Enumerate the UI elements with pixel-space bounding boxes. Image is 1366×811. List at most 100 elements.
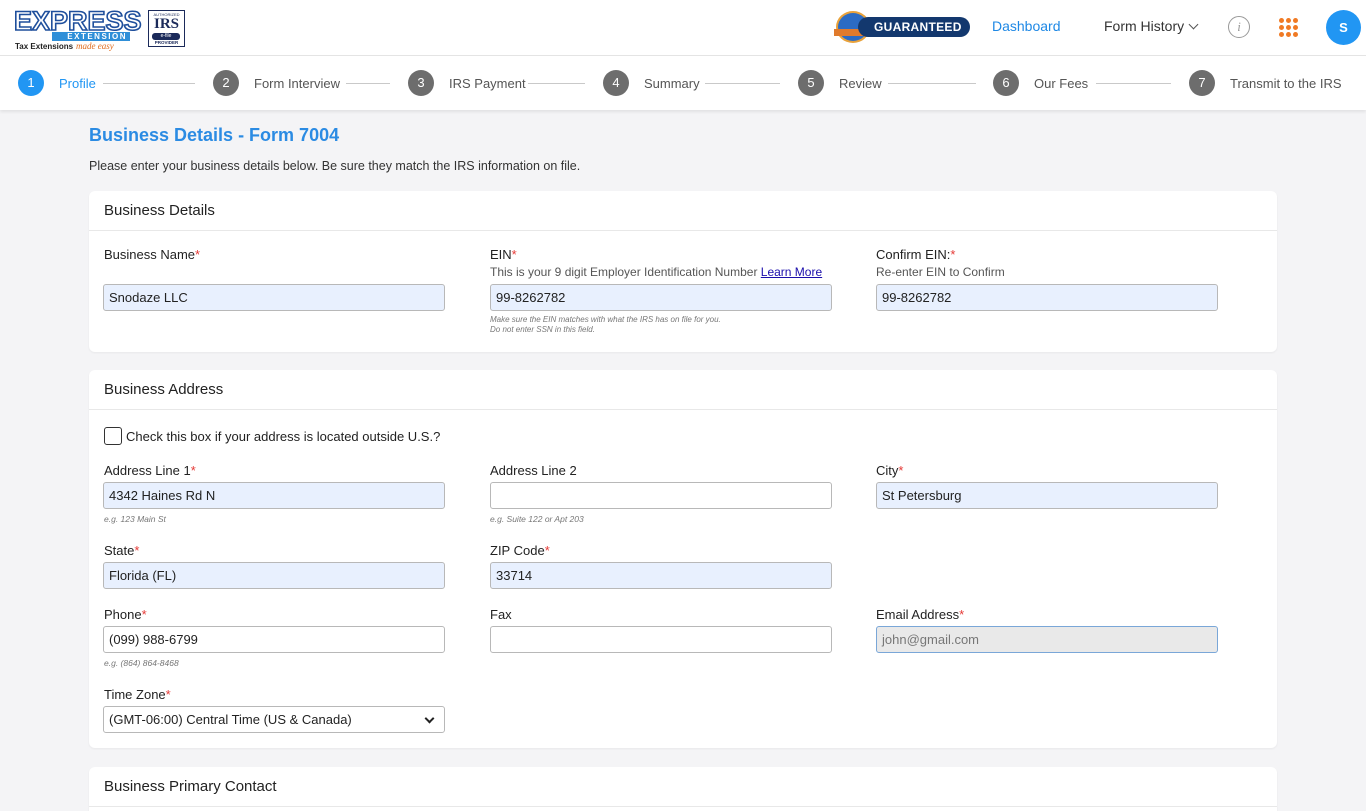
state-label: State* xyxy=(104,543,139,558)
phone-example: e.g. (864) 864-8468 xyxy=(104,658,179,668)
user-avatar[interactable]: S xyxy=(1326,10,1361,45)
step-label: Profile xyxy=(59,76,96,91)
step-number: 7 xyxy=(1189,70,1215,96)
time-zone-value: (GMT-06:00) Central Time (US & Canada) xyxy=(109,712,352,727)
address-line-2-input[interactable] xyxy=(490,482,832,509)
address-line-2-label: Address Line 2 xyxy=(490,463,577,478)
phone-input[interactable]: (099) 988-6799 xyxy=(103,626,445,653)
label-text: ZIP Code xyxy=(490,543,545,558)
logo-bar: EXTENSION xyxy=(52,32,130,41)
zip-code-input[interactable]: 33714 xyxy=(490,562,832,589)
ein-input[interactable]: 99-8262782 xyxy=(490,284,832,311)
outside-us-label: Check this box if your address is locate… xyxy=(126,429,441,444)
step-label: IRS Payment xyxy=(449,76,526,91)
required-mark: * xyxy=(950,247,956,262)
irs-badge-line3: e-file xyxy=(152,33,180,40)
irs-badge-line2: IRS xyxy=(153,16,179,32)
step-number: 4 xyxy=(603,70,629,96)
step-number: 1 xyxy=(18,70,44,96)
irs-badge-line4: PROVIDER xyxy=(154,40,179,45)
step-label: Transmit to the IRS xyxy=(1230,76,1342,91)
hint-text: This is your 9 digit Employer Identifica… xyxy=(490,265,761,279)
outside-us-checkbox[interactable] xyxy=(104,427,122,445)
required-mark: * xyxy=(195,247,201,262)
step-connector xyxy=(1096,83,1171,84)
logo-tagline-script: made easy xyxy=(76,41,114,51)
step-label: Review xyxy=(839,76,882,91)
label-text: Address Line 1 xyxy=(104,463,191,478)
step-connector xyxy=(528,83,585,84)
step-label: Summary xyxy=(644,76,700,91)
required-mark: * xyxy=(898,463,904,478)
zip-code-label: ZIP Code* xyxy=(490,543,550,558)
guarantee-pill: GUARANTEED xyxy=(858,17,970,37)
address-line-1-example: e.g. 123 Main St xyxy=(104,514,166,524)
irs-authorized-provider-badge: AUTHORIZED IRS e-file PROVIDER xyxy=(148,10,185,47)
email-address-label: Email Address* xyxy=(876,607,964,622)
city-input[interactable]: St Petersburg xyxy=(876,482,1218,509)
required-mark: * xyxy=(544,543,550,558)
required-mark: * xyxy=(190,463,196,478)
nav-form-history-menu[interactable]: Form History xyxy=(1104,18,1199,34)
step-number: 3 xyxy=(408,70,434,96)
learn-more-link[interactable]: Learn More xyxy=(761,265,822,279)
nav-dashboard-link[interactable]: Dashboard xyxy=(992,18,1061,34)
step-number: 6 xyxy=(993,70,1019,96)
required-mark: * xyxy=(141,607,147,622)
label-text: Phone xyxy=(104,607,142,622)
ein-note-2: Do not enter SSN in this field. xyxy=(490,325,595,334)
required-mark: * xyxy=(165,687,171,702)
ein-label: EIN* xyxy=(490,247,517,262)
confirm-ein-input[interactable]: 99-8262782 xyxy=(876,284,1218,311)
label-text: Confirm EIN: xyxy=(876,247,951,262)
time-zone-label: Time Zone* xyxy=(104,687,171,702)
label-text: EIN xyxy=(490,247,512,262)
step-connector xyxy=(346,83,390,84)
ein-note-1: Make sure the EIN matches with what the … xyxy=(490,315,721,324)
step-label: Form Interview xyxy=(254,76,340,91)
label-text: Time Zone xyxy=(104,687,166,702)
fax-label: Fax xyxy=(490,607,512,622)
page-title: Business Details - Form 7004 xyxy=(89,125,340,145)
business-address-card: Business Address Check this box if your … xyxy=(89,370,1277,748)
email-address-input[interactable]: john@gmail.com xyxy=(876,626,1218,653)
step-connector xyxy=(888,83,976,84)
form-history-label: Form History xyxy=(1104,18,1185,34)
progress-stepper: 1 Profile 2 Form Interview 3 IRS Payment… xyxy=(0,56,1366,110)
time-zone-select[interactable]: (GMT-06:00) Central Time (US & Canada) xyxy=(103,706,445,733)
label-text: State xyxy=(104,543,135,558)
label-text: Email Address xyxy=(876,607,960,622)
address-line-2-example: e.g. Suite 122 or Apt 203 xyxy=(490,514,584,524)
info-icon[interactable]: i xyxy=(1228,16,1250,38)
address-line-1-input[interactable]: 4342 Haines Rd N xyxy=(103,482,445,509)
address-line-1-label: Address Line 1* xyxy=(104,463,196,478)
required-mark: * xyxy=(959,607,965,622)
business-primary-contact-card: Business Primary Contact xyxy=(89,767,1277,811)
state-select[interactable]: Florida (FL) xyxy=(103,562,445,589)
label-text: Business Name xyxy=(104,247,196,262)
phone-label: Phone* xyxy=(104,607,147,622)
chevron-down-icon xyxy=(424,713,435,724)
confirm-ein-hint: Re-enter EIN to Confirm xyxy=(876,265,1005,279)
apps-grid-icon[interactable] xyxy=(1279,18,1298,37)
city-label: City* xyxy=(876,463,903,478)
label-text: City xyxy=(876,463,899,478)
confirm-ein-label: Confirm EIN:* xyxy=(876,247,955,262)
step-connector xyxy=(103,83,195,84)
guaranteed-badge: GUARANTEED xyxy=(834,11,972,43)
required-mark: * xyxy=(511,247,517,262)
logo-tagline: Tax Extensions xyxy=(15,42,74,51)
step-number: 5 xyxy=(798,70,824,96)
business-name-label: Business Name* xyxy=(104,247,200,262)
express-extension-logo[interactable]: EXPRESS EXTENSION Tax Extensions made ea… xyxy=(13,5,142,52)
page-subtitle: Please enter your business details below… xyxy=(89,159,581,173)
fax-input[interactable] xyxy=(490,626,832,653)
card-heading: Business Details xyxy=(89,191,1277,231)
chevron-down-icon xyxy=(1188,19,1199,30)
business-details-card: Business Details Business Name* Snodaze … xyxy=(89,191,1277,352)
business-name-input[interactable]: Snodaze LLC xyxy=(103,284,445,311)
top-navigation-bar: EXPRESS EXTENSION Tax Extensions made ea… xyxy=(0,0,1366,56)
card-heading: Business Primary Contact xyxy=(89,767,1277,807)
step-number: 2 xyxy=(213,70,239,96)
step-label: Our Fees xyxy=(1034,76,1089,91)
